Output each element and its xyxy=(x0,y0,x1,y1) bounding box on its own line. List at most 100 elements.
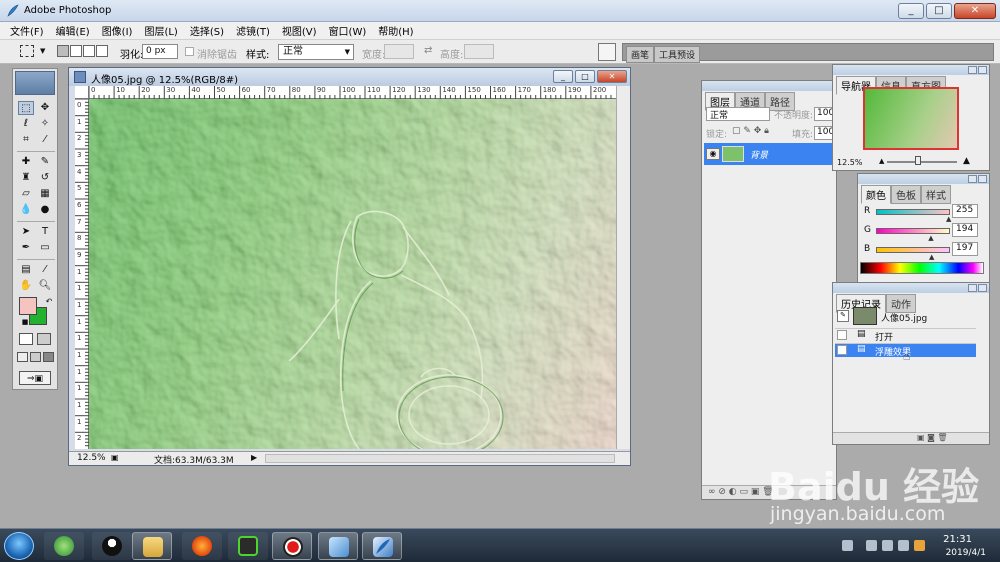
taskbar-firefox[interactable] xyxy=(182,532,222,560)
navigator-zoom-knob[interactable] xyxy=(915,156,921,165)
panel-minimize-button[interactable] xyxy=(968,66,977,74)
lock-icons[interactable]: ▢ ✎ ✥ 🔒︎ xyxy=(732,126,769,136)
eyedropper-tool-icon[interactable]: ⁄ xyxy=(37,263,53,277)
green-value-input[interactable]: 194 xyxy=(952,223,978,237)
intersect-selection-button[interactable] xyxy=(96,45,108,57)
antialias-checkbox[interactable] xyxy=(185,47,194,56)
taskbar-app[interactable] xyxy=(318,532,358,560)
tab-styles[interactable]: 样式 xyxy=(921,185,951,204)
image-canvas[interactable] xyxy=(89,99,616,449)
move-tool-icon[interactable]: ✥ xyxy=(37,101,53,115)
taskbar-iqiyi[interactable] xyxy=(228,532,268,560)
panel-close-button[interactable] xyxy=(978,66,987,74)
history-item-open[interactable]: ▤ 打开 xyxy=(835,328,976,343)
red-value-input[interactable]: 255 xyxy=(952,204,978,218)
standard-screen-mode-icon[interactable] xyxy=(17,352,28,362)
history-footer-icons[interactable]: ▣ ◙ 🗑︎ xyxy=(917,433,948,442)
tab-swatches[interactable]: 色板 xyxy=(891,185,921,204)
default-colors-icon[interactable]: ■ xyxy=(17,315,33,329)
quick-mask-mode-icon[interactable] xyxy=(37,333,51,345)
hand-tool-icon[interactable]: ✋ xyxy=(18,279,34,293)
new-selection-button[interactable] xyxy=(57,45,69,57)
panel-header[interactable] xyxy=(833,65,989,75)
marquee-tool-preset-icon[interactable] xyxy=(20,45,34,57)
zoom-level[interactable]: 12.5% xyxy=(77,453,106,463)
green-slider-knob[interactable]: ▲ xyxy=(928,234,933,242)
maximize-button[interactable]: □ xyxy=(926,3,952,19)
adobe-online-feather-icon[interactable] xyxy=(15,71,55,95)
swap-icon[interactable]: ⇄ xyxy=(424,45,432,56)
layers-footer-icons[interactable]: ∞ ⊘ ◐ ▭ ▣ 🗑︎ xyxy=(708,487,774,497)
start-button[interactable] xyxy=(4,532,34,560)
panel-header[interactable] xyxy=(833,283,989,293)
pen-tool-icon[interactable]: ✒ xyxy=(18,241,34,255)
rectangle-tool-icon[interactable]: ▭ xyxy=(37,241,53,255)
history-brush-tool-icon[interactable]: ↺ xyxy=(37,171,53,185)
crop-tool-icon[interactable]: ⌗ xyxy=(18,133,34,147)
brush-tool-icon[interactable]: ✎ xyxy=(37,155,53,169)
width-input[interactable] xyxy=(384,44,414,59)
tab-tool-presets[interactable]: 工具预设 xyxy=(654,46,701,63)
network-icon[interactable] xyxy=(914,540,925,551)
color-spectrum-ramp[interactable] xyxy=(860,262,984,274)
blue-slider-knob[interactable]: ▲ xyxy=(929,253,934,261)
menu-window[interactable]: 窗口(W) xyxy=(329,23,367,38)
menu-filter[interactable]: 滤镜(T) xyxy=(236,23,270,38)
palette-well-icon[interactable] xyxy=(598,43,616,61)
taskbar-ie[interactable] xyxy=(44,532,84,560)
menu-select[interactable]: 选择(S) xyxy=(190,23,224,38)
history-brush-source-box[interactable] xyxy=(837,345,847,355)
dodge-tool-icon[interactable]: ● xyxy=(37,203,53,217)
eraser-tool-icon[interactable]: ▱ xyxy=(18,187,34,201)
type-tool-icon[interactable]: T xyxy=(37,225,53,239)
vertical-ruler[interactable]: 0 1 2 3 4 5 6 7 8 9 1 1 1 1 1 1 1 1 1 1 2 xyxy=(75,99,89,449)
preview-icon[interactable]: ▣ xyxy=(111,453,119,462)
blend-mode-select[interactable]: 正常 xyxy=(706,107,770,121)
healing-brush-tool-icon[interactable]: ✚ xyxy=(18,155,34,169)
taskbar-explorer[interactable] xyxy=(132,532,172,560)
navigator-zoom-slider[interactable] xyxy=(887,161,957,163)
gradient-tool-icon[interactable]: ▦ xyxy=(37,187,53,201)
horizontal-scrollbar[interactable] xyxy=(265,454,615,463)
layer-row-background[interactable]: ◉ 背景 xyxy=(704,143,836,165)
menu-help[interactable]: 帮助(H) xyxy=(378,23,413,38)
style-select[interactable]: 正常 ▼ xyxy=(278,44,354,60)
panel-header[interactable] xyxy=(702,81,836,91)
blue-slider[interactable] xyxy=(876,247,950,253)
panel-minimize-button[interactable] xyxy=(968,284,977,292)
volume-icon[interactable] xyxy=(898,540,909,551)
battery-icon[interactable] xyxy=(882,540,893,551)
lasso-tool-icon[interactable]: ℓ xyxy=(18,117,34,131)
horizontal-ruler[interactable]: 0 10 20 30 40 50 60 70 80 90 100 110 120 130 140 150 160… xyxy=(89,86,616,99)
taskbar-qq[interactable] xyxy=(92,532,132,560)
clock-time[interactable]: 21:31 xyxy=(943,534,972,545)
magic-wand-tool-icon[interactable]: ✧ xyxy=(37,117,53,131)
navigator-zoom[interactable]: 12.5% xyxy=(837,158,862,167)
zoom-in-icon[interactable]: ▲ xyxy=(963,156,970,166)
swap-colors-icon[interactable]: ↶ xyxy=(41,295,57,309)
add-selection-button[interactable] xyxy=(70,45,82,57)
flag-icon[interactable] xyxy=(866,540,877,551)
navigator-preview[interactable] xyxy=(863,87,959,150)
vertical-scrollbar[interactable] xyxy=(616,86,630,449)
clock-date[interactable]: 2019/4/1 xyxy=(946,548,986,558)
notes-tool-icon[interactable]: ▤ xyxy=(18,263,34,277)
doc-close-button[interactable]: ✕ xyxy=(597,70,627,83)
foreground-color-swatch[interactable] xyxy=(19,297,37,315)
slice-tool-icon[interactable]: ⁄ xyxy=(37,133,53,147)
subtract-selection-button[interactable] xyxy=(83,45,95,57)
history-brush-source-icon[interactable]: ✎ xyxy=(837,310,849,322)
menu-file[interactable]: 文件(F) xyxy=(10,23,44,38)
panel-close-button[interactable] xyxy=(978,284,987,292)
marquee-tool-icon[interactable]: ⬚ xyxy=(18,101,34,115)
zoom-out-icon[interactable]: ▲ xyxy=(879,157,884,165)
menu-layer[interactable]: 图层(L) xyxy=(144,23,177,38)
red-slider-knob[interactable]: ▲ xyxy=(946,215,951,223)
doc-maximize-button[interactable]: □ xyxy=(575,70,595,83)
minimize-button[interactable]: _ xyxy=(898,3,924,19)
taskbar-photoshop[interactable] xyxy=(362,532,402,560)
jump-to-imageready-icon[interactable]: ⇒▣ xyxy=(19,371,51,385)
feather-input[interactable]: 0 px xyxy=(142,44,178,59)
clone-stamp-tool-icon[interactable]: ♜ xyxy=(18,171,34,185)
menu-view[interactable]: 视图(V) xyxy=(282,23,317,38)
